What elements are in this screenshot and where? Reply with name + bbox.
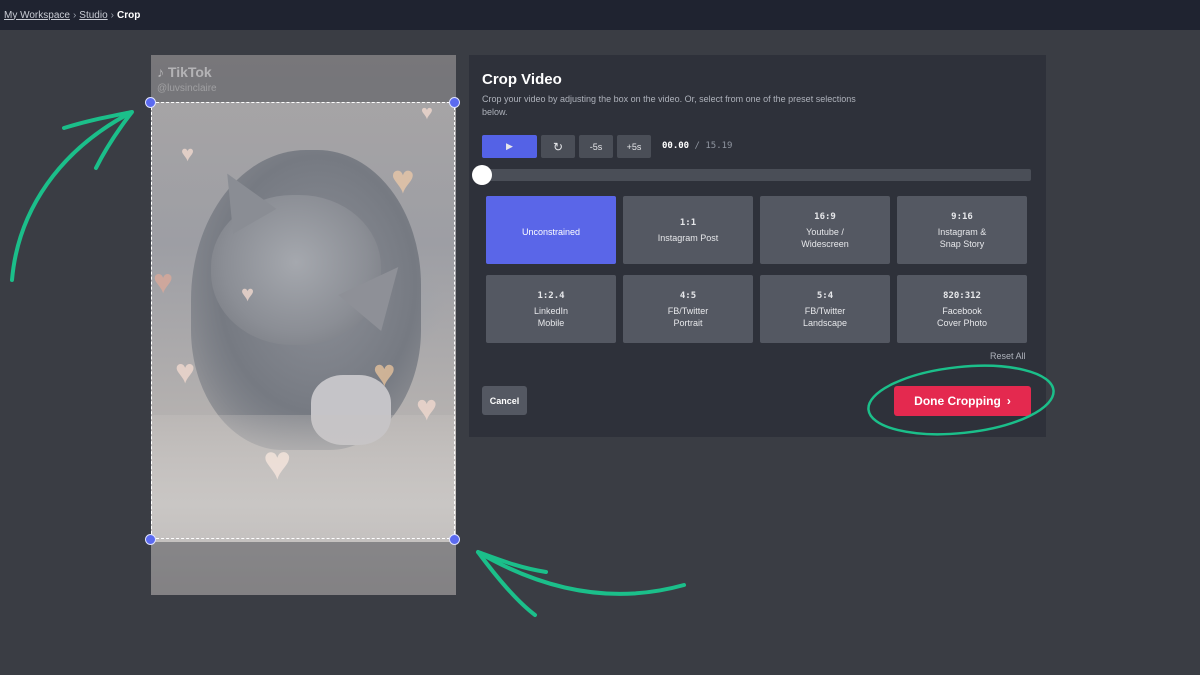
- done-cropping-button[interactable]: Done Cropping ›: [894, 386, 1031, 416]
- annotation-arrow-icon: [10, 111, 132, 282]
- preset-label: Widescreen: [801, 238, 849, 249]
- play-button[interactable]: ▶: [482, 135, 537, 158]
- crop-handle-top-left[interactable]: [145, 97, 156, 108]
- preset-ratio: 4:5: [679, 290, 697, 301]
- preset-label: Portrait: [673, 317, 703, 328]
- preset-ratio: 1:2.4: [537, 290, 565, 301]
- preset-label: Instagram &: [937, 226, 987, 237]
- crop-selection-box[interactable]: [151, 102, 455, 539]
- preset-instagram-post[interactable]: 1:1 Instagram Post: [623, 196, 753, 264]
- breadcrumb-separator: ›: [110, 9, 114, 21]
- preset-ratio: 820:312: [943, 290, 981, 301]
- preset-fb-twitter-landscape[interactable]: 5:4 FB/Twitter Landscape: [760, 275, 890, 343]
- preset-ratio: 9:16: [951, 211, 973, 222]
- breadcrumb-workspace-link[interactable]: My Workspace: [4, 10, 70, 21]
- current-time: 00.00: [662, 141, 690, 151]
- crop-panel: Crop Video Crop your video by adjusting …: [469, 55, 1046, 437]
- preset-label: LinkedIn: [533, 305, 569, 316]
- time-separator: /: [694, 141, 700, 151]
- skip-forward-button[interactable]: +5s: [617, 135, 651, 158]
- preset-fb-twitter-portrait[interactable]: 4:5 FB/Twitter Portrait: [623, 275, 753, 343]
- preset-ratio: 1:1: [679, 217, 697, 228]
- breadcrumb: My Workspace › Studio › Crop: [0, 0, 1200, 30]
- panel-description: Crop your video by adjusting the box on …: [482, 94, 856, 117]
- time-display: 00.00 / 15.19: [662, 141, 732, 151]
- preset-ratio: 16:9: [814, 211, 836, 222]
- preset-facebook-cover-photo[interactable]: 820:312 Facebook Cover Photo: [897, 275, 1027, 343]
- reset-all-link[interactable]: Reset All: [990, 351, 1026, 361]
- done-cropping-label: Done Cropping: [914, 394, 1001, 408]
- restart-icon: ↻: [552, 139, 564, 154]
- crop-handle-top-right[interactable]: [449, 97, 460, 108]
- breadcrumb-current: Crop: [117, 9, 141, 21]
- timeline-scrubber-knob[interactable]: [472, 165, 492, 185]
- play-icon: ▶: [506, 141, 513, 151]
- breadcrumb-separator: ›: [72, 9, 77, 21]
- annotation-arrow-icon: [62, 110, 134, 170]
- preset-label: FB/Twitter: [804, 305, 846, 316]
- restart-button[interactable]: ↻: [541, 135, 575, 158]
- preset-ratio: 5:4: [816, 290, 834, 301]
- preset-label: Landscape: [802, 317, 848, 328]
- preset-label: Mobile: [537, 317, 565, 328]
- annotation-arrow-icon: [476, 550, 548, 617]
- preset-label: Unconstrained: [521, 226, 581, 237]
- preset-linkedin-mobile[interactable]: 1:2.4 LinkedIn Mobile: [486, 275, 616, 343]
- page-title: Crop Video: [482, 71, 562, 88]
- total-time: 15.19: [705, 141, 733, 151]
- preset-unconstrained[interactable]: Unconstrained: [486, 196, 616, 264]
- preset-label: Cover Photo: [936, 317, 988, 328]
- annotation-arrow-icon: [476, 550, 686, 596]
- crop-handle-bottom-left[interactable]: [145, 534, 156, 545]
- tiktok-username: @luvsinclaire: [157, 83, 217, 94]
- preset-label: FB/Twitter: [667, 305, 709, 316]
- preset-label: Facebook: [942, 305, 982, 316]
- timeline-scrubber[interactable]: [482, 169, 1031, 181]
- tiktok-watermark: ♪ TikTok: [157, 64, 212, 80]
- preset-label: Instagram Post: [657, 232, 719, 243]
- chevron-right-icon: ›: [1006, 394, 1011, 408]
- preset-youtube-widescreen[interactable]: 16:9 Youtube / Widescreen: [760, 196, 890, 264]
- crop-handle-bottom-right[interactable]: [449, 534, 460, 545]
- skip-back-button[interactable]: -5s: [579, 135, 613, 158]
- cancel-button[interactable]: Cancel: [482, 386, 527, 415]
- preset-instagram-snap-story[interactable]: 9:16 Instagram & Snap Story: [897, 196, 1027, 264]
- preset-label: Snap Story: [939, 238, 985, 249]
- crop-dim-overlay: [151, 542, 456, 595]
- preset-label: Youtube /: [806, 226, 844, 237]
- breadcrumb-studio-link[interactable]: Studio: [79, 10, 107, 21]
